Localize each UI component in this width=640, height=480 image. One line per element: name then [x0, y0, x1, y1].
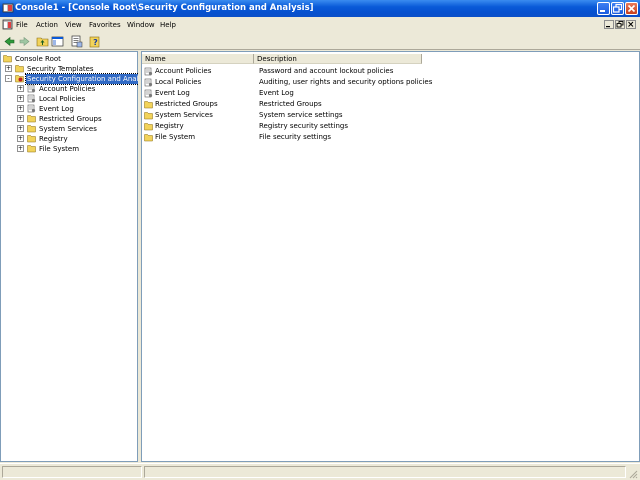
list-item-name: File System: [155, 133, 196, 141]
policy-icon: [27, 104, 36, 113]
expand-icon[interactable]: +: [17, 135, 24, 142]
list-item-description: File security settings: [259, 133, 332, 141]
column-header-name[interactable]: Name: [142, 54, 254, 64]
policy-icon: [27, 94, 36, 103]
help-icon[interactable]: ?: [89, 35, 102, 48]
show-hide-tree-icon[interactable]: [51, 35, 64, 48]
expand-icon[interactable]: +: [5, 65, 12, 72]
toolbar: ?: [0, 33, 640, 50]
list-item-name: Local Policies: [155, 78, 202, 86]
forward-icon[interactable]: [18, 35, 31, 48]
menu-help[interactable]: Help: [160, 21, 176, 29]
minimize-button[interactable]: [597, 2, 610, 15]
child-restore-button[interactable]: [615, 20, 625, 29]
list-item-system-services[interactable]: System Services System service settings: [144, 110, 434, 121]
list-item-name: System Services: [155, 111, 213, 119]
expand-icon[interactable]: +: [17, 145, 24, 152]
restore-icon: [616, 21, 624, 28]
mmc-app-icon[interactable]: [2, 2, 14, 14]
folder-icon: [144, 123, 153, 131]
tree-node-label: Local Policies: [39, 95, 86, 103]
list-item-description: Password and account lockout policies: [259, 67, 394, 75]
tree-node-label: System Services: [39, 125, 97, 133]
list-item-local-policies[interactable]: Local Policies Auditing, user rights and…: [144, 77, 434, 88]
tree-node-label: Event Log: [39, 105, 74, 113]
column-header-description[interactable]: Description: [254, 54, 422, 64]
list-item-name: Restricted Groups: [155, 100, 218, 108]
up-folder-icon[interactable]: [36, 35, 49, 48]
window-title: Console1 - [Console Root\Security Config…: [15, 3, 314, 13]
tree-node-label: File System: [39, 145, 80, 153]
folder-icon: [3, 55, 12, 63]
tree-node-label: Security Templates: [27, 65, 94, 73]
list-item-name: Event Log: [155, 89, 190, 97]
resize-grip-icon[interactable]: [628, 469, 638, 479]
folder-icon: [144, 134, 153, 142]
menu-file[interactable]: File: [16, 21, 28, 29]
restore-icon: [612, 3, 623, 13]
status-segment-2: [144, 466, 626, 478]
list-item-file-system[interactable]: File System File security settings: [144, 132, 434, 143]
list-item-description: System service settings: [259, 111, 343, 119]
list-item-registry[interactable]: Registry Registry security settings: [144, 121, 434, 132]
list-item-description: Restricted Groups: [259, 100, 322, 108]
list-item-description: Event Log: [259, 89, 294, 97]
list-item-event-log[interactable]: Event Log Event Log: [144, 88, 434, 99]
tree-node-label: Console Root: [15, 55, 61, 63]
menu-bar: File Action View Favorites Window Help: [0, 17, 640, 33]
console-window-icon[interactable]: [2, 19, 13, 30]
policy-icon: [27, 84, 36, 93]
list-item-restricted-groups[interactable]: Restricted Groups Restricted Groups: [144, 99, 434, 110]
menu-action[interactable]: Action: [36, 21, 58, 29]
menu-window[interactable]: Window: [127, 21, 155, 29]
back-icon[interactable]: [3, 35, 16, 48]
child-minimize-button[interactable]: [604, 20, 614, 29]
tree-node-label: Registry: [39, 135, 68, 143]
export-list-icon[interactable]: [70, 35, 83, 48]
folder-icon: [27, 115, 36, 123]
status-bar: [0, 463, 640, 480]
folder-icon: [27, 135, 36, 143]
status-segment-1: [2, 466, 142, 478]
list-pane[interactable]: Name Description Account Policies Passwo…: [141, 51, 640, 462]
close-icon: [628, 21, 634, 27]
list-item-name: Registry: [155, 122, 184, 130]
expand-icon[interactable]: +: [17, 115, 24, 122]
tree-pane[interactable]: Console Root + Security Templates - Secu…: [0, 51, 154, 462]
security-config-icon: [15, 75, 24, 83]
close-button[interactable]: [625, 2, 638, 15]
tree-node-label: Security Configuration and Analysis: [25, 73, 154, 85]
list-item-description: Auditing, user rights and security optio…: [259, 78, 433, 86]
folder-icon: [15, 65, 24, 73]
list-item-description: Registry security settings: [259, 122, 348, 130]
list-item-account-policies[interactable]: Account Policies Password and account lo…: [144, 66, 434, 77]
folder-icon: [144, 101, 153, 109]
menu-favorites[interactable]: Favorites: [89, 21, 121, 29]
folder-icon: [27, 125, 36, 133]
close-icon: [627, 4, 636, 13]
tree-node-label: Account Policies: [39, 85, 96, 93]
expand-icon[interactable]: +: [17, 95, 24, 102]
folder-icon: [27, 145, 36, 153]
expand-icon[interactable]: +: [17, 105, 24, 112]
folder-icon: [144, 112, 153, 120]
minimize-icon: [600, 10, 605, 12]
expand-icon[interactable]: +: [17, 125, 24, 132]
policy-icon: [144, 67, 153, 76]
maximize-button[interactable]: [611, 2, 624, 15]
minimize-icon: [606, 26, 610, 28]
child-close-button[interactable]: [626, 20, 636, 29]
policy-icon: [144, 78, 153, 87]
svg-text:?: ?: [93, 38, 98, 47]
collapse-icon[interactable]: -: [5, 75, 12, 82]
expand-icon[interactable]: +: [17, 85, 24, 92]
policy-icon: [144, 89, 153, 98]
menu-view[interactable]: View: [65, 21, 82, 29]
list-item-name: Account Policies: [155, 67, 212, 75]
tree-node-label: Restricted Groups: [39, 115, 102, 123]
title-bar[interactable]: Console1 - [Console Root\Security Config…: [0, 0, 640, 17]
